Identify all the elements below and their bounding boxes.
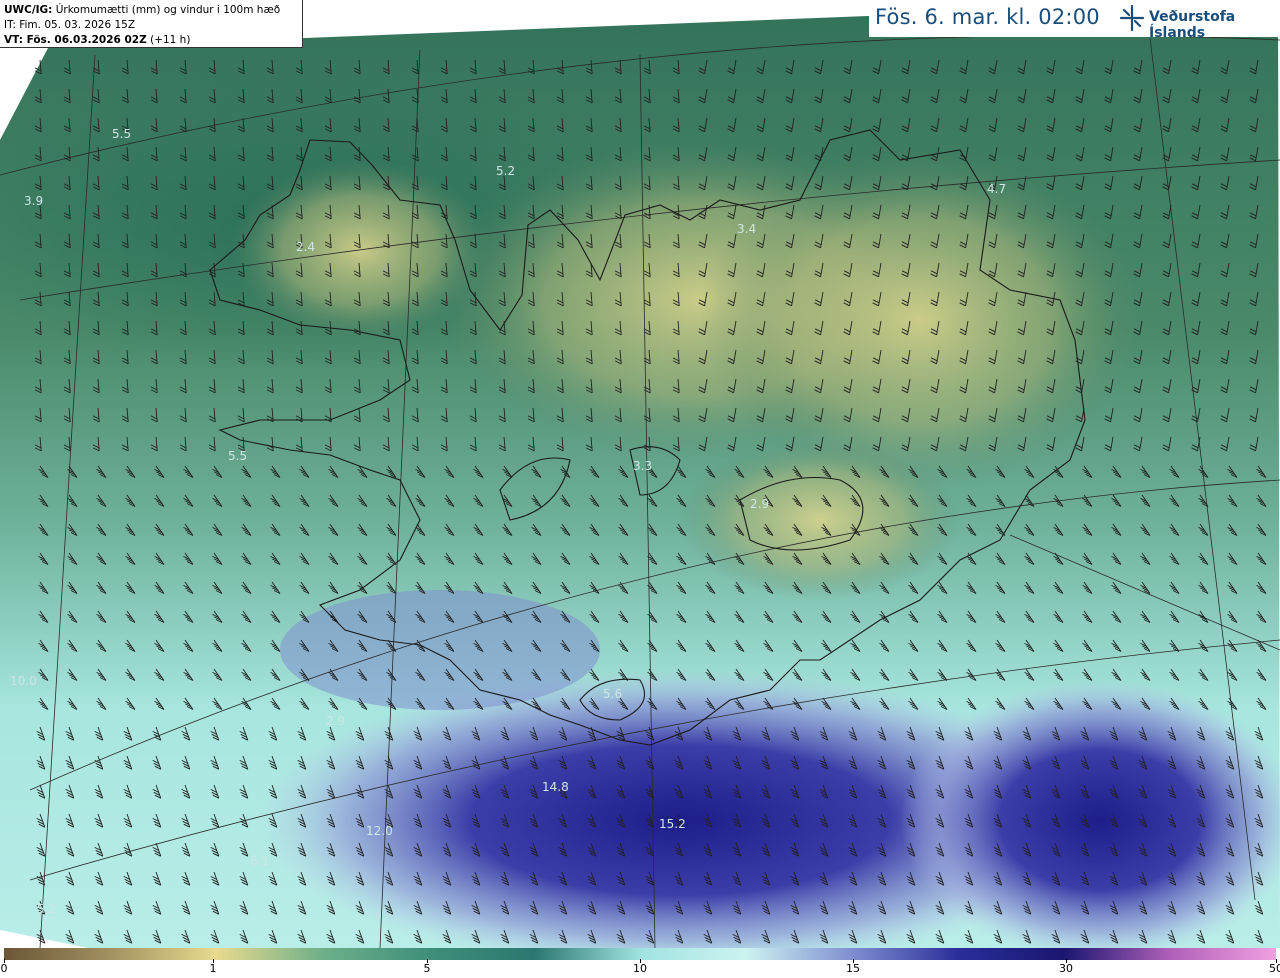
- precip-colorbar: 0 1 5 10 15 30 50: [0, 948, 1280, 978]
- title-banner: Fös. 6. mar. kl. 02:00 Veðurstofa Ísland…: [869, 0, 1280, 41]
- value-label: 12.0: [366, 824, 393, 838]
- value-label: 2.9: [750, 497, 769, 511]
- value-label: 5.5: [112, 127, 131, 141]
- map-canvas: 5.5 3.9 5.2 2.4 4.7 3.4 5.5 3.3 2.9 10.0…: [0, 0, 1280, 948]
- field-moderate-rain: [280, 590, 600, 710]
- model-label: UWC/IG:: [4, 4, 53, 16]
- colorbar-tick-label: 15: [846, 962, 860, 975]
- value-label: 3.4: [737, 222, 756, 236]
- brand-name: Veðurstofa Íslands: [1149, 9, 1236, 41]
- value-label: 15.2: [659, 817, 686, 831]
- value-label: 10.0: [10, 674, 37, 688]
- forecast-map: 5.5 3.9 5.2 2.4 4.7 3.4 5.5 3.3 2.9 10.0…: [0, 0, 1280, 948]
- forecast-info-box: UWC/IG: Úrkomumætti (mm) og vindur i 100…: [0, 0, 303, 48]
- value-label: 4.7: [987, 182, 1006, 196]
- field-description: Úrkomumætti (mm) og vindur i 100m hæð: [55, 4, 281, 16]
- value-label: 5.2: [496, 164, 515, 178]
- colorbar-tick-label: 1: [209, 962, 217, 975]
- field-dry-south: [680, 440, 960, 600]
- init-time: IT: Fim. 05. 03. 2026 15Z: [4, 19, 136, 31]
- value-label: 6.1: [250, 854, 269, 868]
- value-label: 2.4: [296, 240, 315, 254]
- value-label: 14.8: [542, 780, 569, 794]
- value-label: 2.9: [326, 714, 345, 728]
- valid-time: VT: Fös. 06.03.2026 02Z: [4, 34, 147, 46]
- field-dry-east: [700, 150, 1140, 490]
- colorbar-tick-label: 30: [1059, 962, 1073, 975]
- value-label: 5.6: [603, 687, 622, 701]
- colorbar-tick-label: 5: [423, 962, 431, 975]
- weather-service-logo-icon: [1119, 4, 1145, 32]
- colorbar-tick-label: 0: [0, 962, 8, 975]
- value-label: 3.9: [24, 194, 43, 208]
- value-label: 3.3: [633, 459, 652, 473]
- colorbar-tick-label: 50: [1269, 962, 1280, 975]
- value-label: 5.2: [37, 902, 56, 916]
- model-line: UWC/IG: Úrkomumætti (mm) og vindur i 100…: [4, 3, 298, 18]
- value-label: 5.5: [228, 449, 247, 463]
- colorbar-tick-label: 10: [633, 962, 647, 975]
- valid-datetime-title: Fös. 6. mar. kl. 02:00: [875, 5, 1100, 29]
- lead-time: (+11 h): [150, 34, 191, 46]
- valid-line: VT: Fös. 06.03.2026 02Z (+11 h): [4, 33, 298, 48]
